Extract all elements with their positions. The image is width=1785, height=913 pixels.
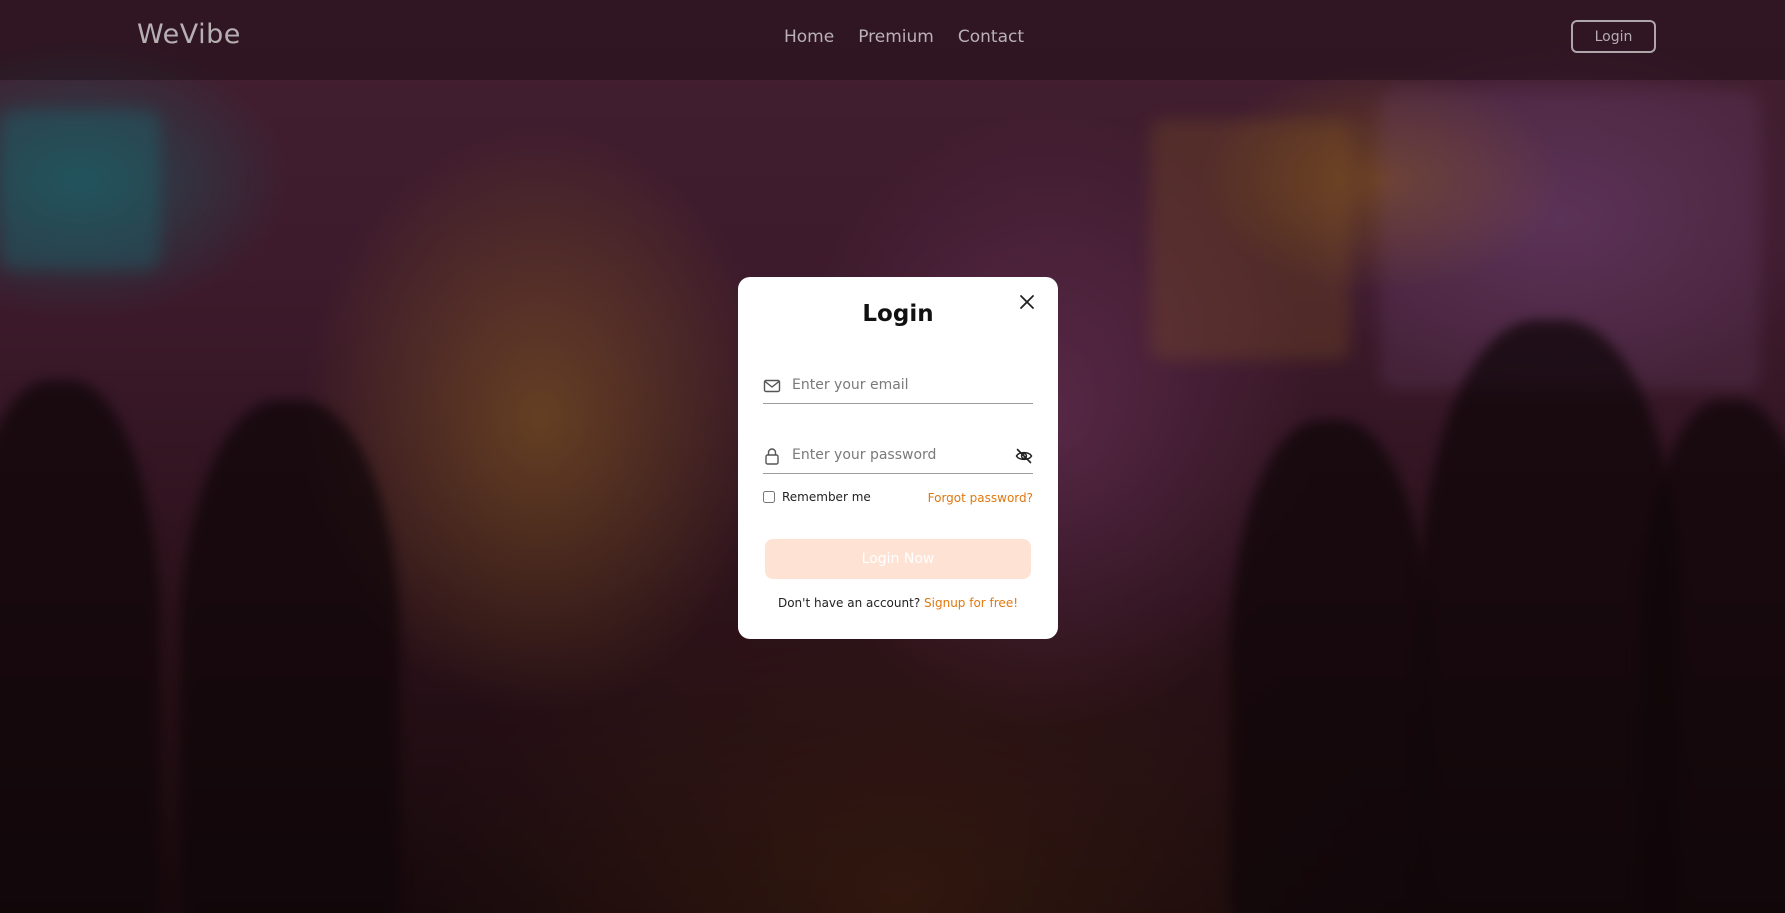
nav-link-home[interactable]: Home	[784, 27, 834, 47]
eye-slash-icon[interactable]	[1015, 447, 1033, 465]
nav-link-premium[interactable]: Premium	[858, 27, 934, 47]
mail-icon	[763, 379, 781, 393]
remember-me[interactable]: Remember me	[763, 490, 871, 504]
forgot-password-link[interactable]: Forgot password?	[928, 491, 1033, 505]
signup-row: Don't have an account? Signup for free!	[738, 596, 1058, 610]
signup-link[interactable]: Signup for free!	[924, 596, 1018, 610]
lock-icon	[765, 448, 779, 465]
login-now-button[interactable]: Login Now	[765, 539, 1031, 579]
close-icon[interactable]	[1018, 293, 1036, 311]
password-input[interactable]	[792, 441, 1007, 469]
navbar: WeVibe Home Premium Contact Login	[0, 0, 1785, 80]
login-options-row: Remember me Forgot password?	[763, 490, 1033, 508]
remember-me-checkbox[interactable]	[763, 491, 775, 503]
nav-links: Home Premium Contact	[784, 27, 1024, 47]
page: WeVibe Home Premium Contact Login Login	[0, 0, 1785, 913]
brand-logo[interactable]: WeVibe	[137, 19, 241, 50]
password-field	[763, 438, 1033, 474]
signup-prompt: Don't have an account?	[777, 596, 921, 610]
email-field	[763, 368, 1033, 404]
modal-title: Login	[862, 301, 934, 327]
remember-me-label: Remember me	[782, 490, 871, 504]
email-input[interactable]	[792, 371, 1007, 399]
nav-link-contact[interactable]: Contact	[958, 27, 1024, 47]
nav-login-button[interactable]: Login	[1571, 20, 1656, 53]
login-modal: Login Rememb	[738, 277, 1058, 639]
